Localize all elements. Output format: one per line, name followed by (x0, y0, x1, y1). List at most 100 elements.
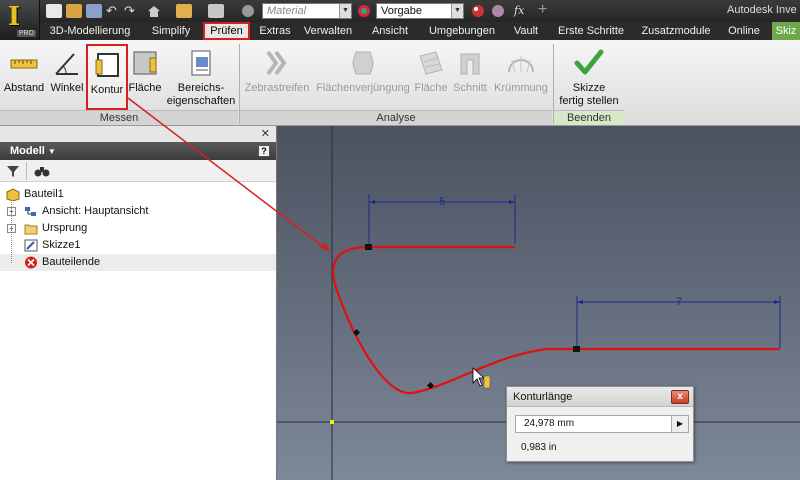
close-button[interactable]: x (671, 390, 689, 404)
schnitt-button[interactable]: Schnitt (450, 44, 490, 110)
tab-extras[interactable]: Extras (256, 22, 294, 40)
kontur-label: Kontur (90, 84, 124, 96)
save-icon[interactable] (86, 4, 102, 18)
tree-node-skizze1[interactable]: Skizze1 (0, 237, 276, 254)
material-sphere-icon (240, 4, 256, 18)
abstand-label: Abstand (3, 82, 45, 94)
schnitt-label: Schnitt (453, 82, 487, 94)
skizze-fertig-stellen-button[interactable]: Skizze fertig stellen (556, 44, 622, 110)
browser-grip[interactable]: ✕ (0, 126, 276, 142)
browser-toolbar (0, 160, 276, 182)
tab-ansicht[interactable]: Ansicht (366, 22, 414, 40)
material-select[interactable]: Material ▼ (262, 3, 352, 19)
tree-node-ansicht[interactable]: + Ansicht: Hauptansicht (0, 203, 276, 220)
chevron-down-icon: ▼ (47, 147, 56, 156)
tree-node-label: Bauteil1 (24, 188, 64, 200)
kruemmung-label: Krümmung (494, 82, 548, 94)
new-icon[interactable] (46, 4, 62, 18)
kruemmung-button[interactable]: Krümmung (490, 44, 552, 110)
region-properties-icon (191, 50, 211, 76)
skizze-fertig-stellen-label: Skizze fertig stellen (556, 82, 622, 108)
measure-loop-icon (95, 53, 119, 77)
bereichseigenschaften-line-2: eigenschaften (166, 95, 236, 107)
measure-distance-icon (10, 59, 38, 69)
flaeche-label: Fläche (128, 82, 162, 94)
help-icon[interactable]: ? (258, 145, 270, 157)
origin-point[interactable] (330, 420, 334, 424)
tab-skizze[interactable]: Skiz (772, 22, 800, 40)
clear-appearance-icon[interactable] (490, 4, 506, 18)
tab-online[interactable]: Online (724, 22, 764, 40)
model-browser: ✕ Modell ▼ ? Bauteil1 + Ansicht: Hauptan… (0, 126, 277, 480)
kontur-button[interactable]: Kontur (86, 44, 128, 110)
appearance-icon (356, 4, 372, 18)
tab-verwalten[interactable]: Verwalten (300, 22, 356, 40)
inventor-logo-icon: I (8, 2, 21, 32)
tree-node-label: Ursprung (42, 222, 88, 234)
close-icon[interactable]: ✕ (261, 127, 270, 140)
color-override-icon[interactable] (470, 4, 486, 18)
winkel-button[interactable]: Winkel (48, 44, 86, 110)
chevron-down-icon: ▼ (451, 4, 463, 18)
open-icon[interactable] (66, 4, 82, 18)
undo-icon[interactable]: ↶ (106, 4, 122, 18)
tab-erste-schritte[interactable]: Erste Schritte (552, 22, 630, 40)
window-title: Autodesk Inve (727, 4, 797, 16)
curvature-analysis-icon (508, 56, 534, 73)
dimension-right[interactable]: 7 (576, 296, 781, 348)
folder-icon (24, 224, 38, 235)
contour-length-dialog: Konturlänge x 24,978 mm ▶ 0,983 in (506, 386, 694, 462)
tree-node-label: Ansicht: Hauptansicht (42, 205, 149, 217)
tab-zusatzmodule[interactable]: Zusatzmodule (636, 22, 716, 40)
unit-menu-button[interactable]: ▶ (671, 415, 689, 433)
bereichseigenschaften-label: Bereichs- eigenschaften (166, 82, 236, 108)
tree-node-bauteilende[interactable]: Bauteilende (0, 254, 276, 271)
toolbar-separator (26, 162, 27, 180)
flaeche-button[interactable]: Fläche (128, 44, 162, 110)
surface-analysis-icon (419, 51, 443, 75)
tab-simplify[interactable]: Simplify (144, 22, 198, 40)
appearance-select[interactable]: Vorgabe ▼ (376, 3, 464, 19)
dimension-top-value: 5 (439, 196, 445, 208)
ribbon-panel-area: Abstand Winkel Kontur Fläche Bereichs- e… (0, 40, 800, 126)
zebrastreifen-button[interactable]: Zebrastreifen (242, 44, 312, 110)
flaechenanalyse-button[interactable]: Fläche (412, 44, 450, 110)
flaechenanalyse-label: Fläche (414, 82, 448, 94)
tab-vault[interactable]: Vault (508, 22, 544, 40)
tab-3d-modellierung[interactable]: 3D-Modellierung (44, 22, 136, 40)
browser-header[interactable]: Modell ▼ ? (0, 142, 276, 160)
quick-access-toolbar: I PRO ↶ ↷ Material ▼ Vorgabe ▼ fx + Auto… (0, 0, 800, 40)
length-mm-field[interactable]: 24,978 mm (515, 415, 675, 433)
fx-parameters-icon[interactable]: fx (514, 4, 530, 18)
tab-umgebungen[interactable]: Umgebungen (424, 22, 500, 40)
filter-icon[interactable] (6, 164, 20, 178)
appearance-select-value: Vorgabe (381, 5, 422, 17)
find-binoculars-icon[interactable] (34, 164, 50, 178)
sketch-profile-curve[interactable] (332, 245, 780, 395)
sketch-point[interactable] (365, 244, 372, 250)
tree-node-bauteil1[interactable]: Bauteil1 (0, 186, 276, 203)
panel-label-analyse: Analyse (240, 110, 552, 125)
update-icon[interactable] (176, 4, 192, 18)
tree-node-label: Bauteilende (42, 256, 101, 268)
ribbon-tab-bar: 3D-Modellierung Simplify Prüfen Extras V… (0, 22, 800, 40)
redo-icon[interactable]: ↷ (124, 4, 140, 18)
chevron-down-icon: ▼ (339, 4, 351, 18)
sketch-point[interactable] (573, 346, 580, 352)
tree-connector (11, 200, 12, 263)
tab-pruefen[interactable]: Prüfen (203, 22, 250, 40)
abstand-button[interactable]: Abstand (2, 44, 46, 110)
sketch-icon (24, 239, 38, 252)
zebrastreifen-label: Zebrastreifen (244, 82, 310, 94)
application-menu-button[interactable]: I PRO (0, 0, 40, 40)
flaechenverjuengung-button[interactable]: Flächenverjüngung (314, 44, 412, 110)
dialog-titlebar[interactable]: Konturlänge x (507, 387, 693, 407)
bereichseigenschaften-button[interactable]: Bereichs- eigenschaften (166, 44, 236, 110)
tree-node-ursprung[interactable]: + Ursprung (0, 220, 276, 237)
dimension-top[interactable]: 5 (368, 194, 516, 244)
home-icon[interactable] (146, 4, 162, 18)
flaechenverjuengung-label: Flächenverjüngung (316, 82, 410, 94)
plus-icon[interactable]: + (538, 2, 554, 18)
view-rep-icon (25, 207, 36, 216)
select-icon[interactable] (208, 4, 224, 18)
